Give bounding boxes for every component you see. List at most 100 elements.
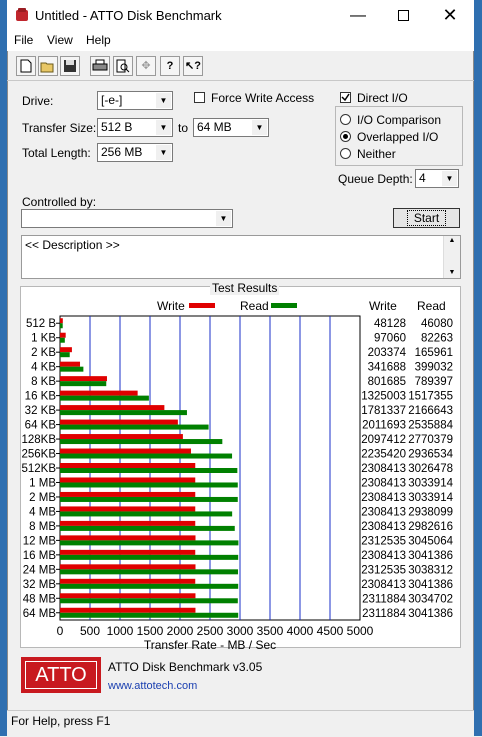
read-bar (60, 598, 238, 604)
read-value: 165961 (415, 347, 453, 359)
category-label: 8 KB (31, 376, 56, 388)
x-tick-label: 3000 (227, 624, 254, 638)
website-link[interactable]: www.attotech.com (108, 680, 197, 692)
x-tick-label: 5000 (347, 624, 374, 638)
x-tick-label: 4500 (317, 624, 344, 638)
write-bar (60, 376, 107, 382)
category-label: 2 MB (29, 492, 56, 504)
write-bar (60, 318, 63, 324)
write-bar (60, 390, 138, 396)
write-value: 2312535 (361, 564, 406, 576)
read-value: 3026478 (408, 463, 453, 475)
read-value: 46080 (421, 318, 453, 330)
read-bar (60, 612, 239, 618)
x-tick-label: 3500 (257, 624, 284, 638)
app-version: ATTO Disk Benchmark v3.05 (108, 660, 263, 674)
read-bar (60, 525, 235, 531)
category-label: 4 MB (29, 506, 56, 518)
write-bar (60, 593, 196, 599)
write-value: 2235420 (361, 449, 406, 461)
read-bar (60, 569, 239, 575)
category-label: 64 MB (23, 608, 57, 620)
read-bar (60, 410, 187, 416)
write-value: 2308413 (361, 463, 406, 475)
category-label: 1 KB (31, 333, 56, 345)
category-label: 32 MB (23, 579, 57, 591)
write-bar (60, 578, 196, 584)
write-bar (60, 419, 178, 425)
x-tick-label: 500 (80, 624, 100, 638)
write-bar (60, 491, 196, 497)
category-label: 4 KB (31, 362, 56, 374)
write-bar (60, 477, 196, 483)
category-label: 1 MB (29, 477, 56, 489)
read-value: 3041386 (408, 550, 453, 562)
read-value: 2166643 (408, 405, 453, 417)
category-label: 512KB (21, 463, 56, 475)
write-bar (60, 332, 66, 338)
read-bar (60, 395, 149, 401)
read-value: 3034702 (408, 593, 453, 605)
category-label: 64 KB (25, 420, 57, 432)
write-value: 2308413 (361, 477, 406, 489)
x-tick-label: 2500 (197, 624, 224, 638)
write-value: 801685 (368, 376, 406, 388)
read-bar (60, 453, 233, 459)
status-text: For Help, press F1 (11, 714, 111, 728)
write-value: 1781337 (361, 405, 406, 417)
read-bar (60, 337, 65, 343)
write-value: 341688 (368, 362, 406, 374)
category-label: 128KB (21, 434, 56, 446)
read-value: 1517355 (408, 391, 453, 403)
read-bar (60, 352, 70, 358)
read-value: 3041386 (408, 579, 453, 591)
read-bar (60, 482, 238, 488)
read-value: 2770379 (408, 434, 453, 446)
read-value: 2938099 (408, 506, 453, 518)
read-value: 3041386 (408, 608, 453, 620)
read-value: 2982616 (408, 521, 453, 533)
read-bar (60, 540, 239, 546)
read-value: 399032 (415, 362, 453, 374)
x-tick-label: 2000 (167, 624, 194, 638)
category-label: 16 KB (25, 391, 57, 403)
category-label: 2 KB (31, 347, 56, 359)
read-value: 789397 (415, 376, 453, 388)
read-value: 2535884 (408, 420, 453, 432)
write-value: 2311884 (362, 608, 407, 620)
write-bar (60, 607, 196, 613)
x-tick-label: 4000 (287, 624, 314, 638)
category-label: 512 B (26, 318, 56, 330)
read-value: 82263 (421, 333, 453, 345)
category-label: 32 KB (25, 405, 57, 417)
write-bar (60, 347, 72, 353)
read-bar (60, 424, 209, 430)
read-value: 3033914 (408, 492, 453, 504)
transfer-rate-chart: 0 500 1000 1500 2000 2500 3000 3500 4000 4500 5000… (21, 315, 454, 652)
read-bar (60, 554, 239, 560)
read-bar (60, 583, 239, 589)
atto-logo-text: ATTO (25, 661, 97, 689)
category-label: 12 MB (23, 535, 57, 547)
atto-logo: ATTO (21, 657, 101, 693)
write-value: 2311884 (362, 593, 407, 605)
write-value: 97060 (374, 333, 406, 345)
x-axis-label: Transfer Rate - MB / Sec (144, 638, 276, 652)
read-value: 3033914 (408, 477, 453, 489)
read-value: 2936534 (408, 449, 453, 461)
write-bar (60, 506, 196, 512)
write-value: 203374 (368, 347, 407, 359)
write-bar (60, 564, 196, 570)
read-bar (60, 511, 233, 517)
category-label: 16 MB (23, 550, 57, 562)
read-bar (60, 496, 238, 502)
write-value: 2308413 (361, 550, 406, 562)
write-value: 2308413 (361, 521, 406, 533)
read-value: 3045064 (408, 535, 453, 547)
x-tick-label: 1500 (137, 624, 164, 638)
write-bar (60, 520, 196, 526)
write-value: 2097412 (361, 434, 406, 446)
read-value: 3038312 (408, 564, 453, 576)
category-label: 48 MB (23, 593, 57, 605)
category-label: 8 MB (29, 521, 56, 533)
